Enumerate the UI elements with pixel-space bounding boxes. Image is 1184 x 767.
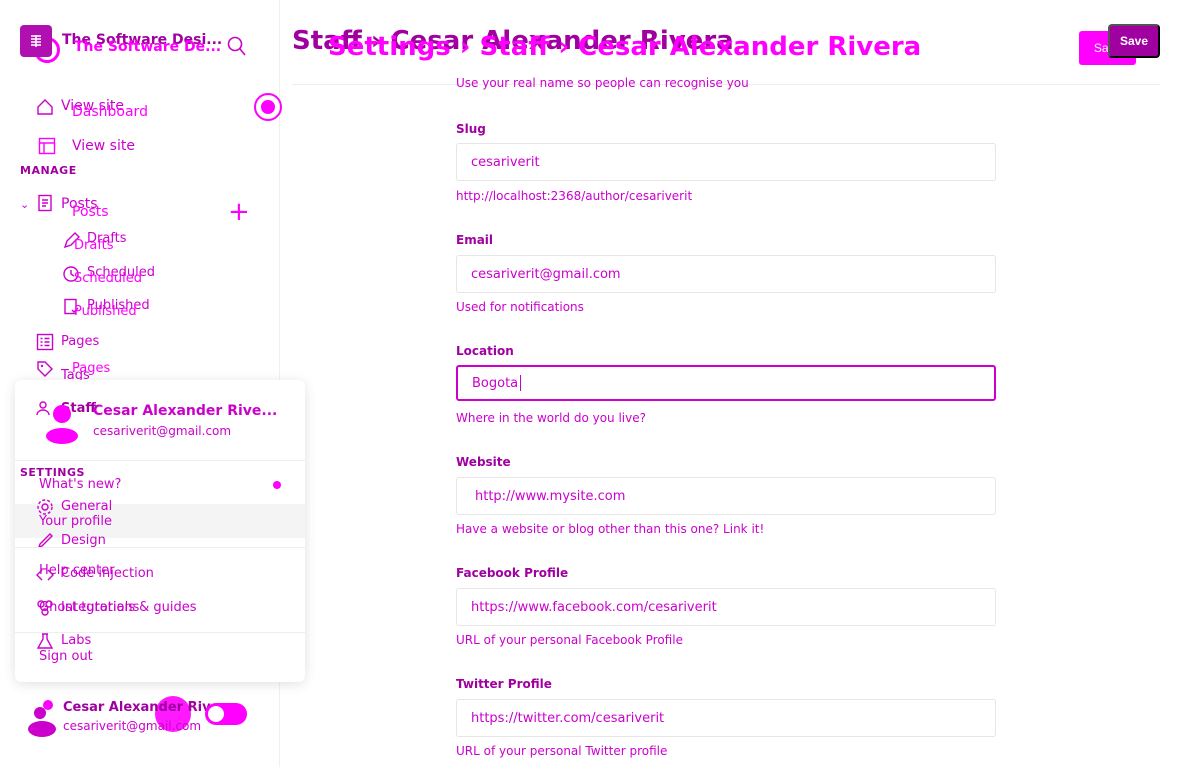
- name-help-text: Use your real name so people can recogni…: [456, 76, 749, 90]
- twitter-help-text: URL of your personal Twitter profile: [456, 744, 668, 758]
- pages-icon: [36, 333, 54, 351]
- location-help-text: Where in the world do you live?: [456, 411, 646, 425]
- ghost-grid-icon[interactable]: [20, 25, 52, 57]
- sidebar-item-scheduled-ghost[interactable]: Scheduled: [74, 271, 142, 286]
- email-label: Email: [456, 233, 494, 247]
- facebook-help-text: URL of your personal Facebook Profile: [456, 633, 683, 647]
- website-value: http://www.mysite.com: [475, 488, 626, 504]
- sidebar-item-code-injection[interactable]: Code injection: [61, 566, 154, 581]
- sidebar-item-integrations[interactable]: Integrations: [61, 600, 139, 615]
- user-menu-name: Cesar Alexander Rive...: [93, 403, 278, 419]
- slug-label: Slug: [456, 122, 486, 136]
- location-value: Bogota: [472, 375, 519, 391]
- flask-icon: [36, 632, 54, 649]
- sidebar-item-drafts-ghost[interactable]: Drafts: [74, 238, 114, 253]
- your-profile-item[interactable]: Your profile: [39, 514, 112, 529]
- twitter-input[interactable]: https://twitter.com/cesariverit: [456, 699, 996, 737]
- text-caret: [520, 375, 522, 391]
- website-input[interactable]: http://www.mysite.com: [456, 477, 996, 515]
- sidebar-item-pages[interactable]: Pages: [61, 334, 99, 349]
- manage-heading: MANAGE: [20, 164, 77, 177]
- twitter-value: https://twitter.com/cesariverit: [471, 710, 665, 726]
- slug-input[interactable]: cesariverit: [456, 143, 996, 181]
- save-button-top[interactable]: Save: [1108, 24, 1160, 58]
- integrations-icon: [36, 599, 53, 616]
- site-title-ghost: The Software De...: [74, 39, 222, 55]
- twitter-label: Twitter Profile: [456, 677, 552, 691]
- posts-icon: [36, 194, 54, 212]
- location-label: Location: [456, 344, 514, 358]
- brush-icon: [36, 532, 53, 549]
- footer-user-email: cesariverit@gmail.com: [63, 719, 202, 733]
- user-menu-email: cesariverit@gmail.com: [93, 424, 232, 438]
- gear-icon: [36, 498, 53, 515]
- email-value: cesariverit@gmail.com: [471, 266, 621, 282]
- sidebar-item-labs[interactable]: Labs: [61, 633, 91, 648]
- status-circle-icon: [254, 93, 282, 121]
- tag-icon: [36, 360, 54, 378]
- code-icon: [36, 566, 54, 582]
- website-label: Website: [456, 455, 511, 469]
- sidebar-item-design[interactable]: Design: [61, 533, 106, 548]
- sign-out-item[interactable]: Sign out: [39, 649, 93, 664]
- search-icon[interactable]: [226, 34, 246, 58]
- breadcrumb-ghost: Settings › Staff › Cesar Alexander River…: [328, 32, 922, 62]
- facebook-label: Facebook Profile: [456, 566, 569, 580]
- chevron-down-icon[interactable]: ⌄: [20, 198, 29, 211]
- new-post-plus-icon[interactable]: +: [228, 199, 250, 225]
- facebook-value: https://www.facebook.com/cesariverit: [471, 599, 717, 615]
- avatar-footer[interactable]: [26, 697, 66, 737]
- divider: [15, 460, 305, 461]
- sidebar-item-posts-ghost[interactable]: Posts: [72, 204, 109, 220]
- notification-dot: [273, 481, 281, 489]
- facebook-input[interactable]: https://www.facebook.com/cesariverit: [456, 588, 996, 626]
- sidebar-item-dashboard[interactable]: Dashboard: [72, 104, 148, 120]
- window-icon: [38, 137, 56, 155]
- website-help-text: Have a website or blog other than this o…: [456, 522, 765, 536]
- slug-value: cesariverit: [471, 154, 540, 170]
- sidebar-item-general[interactable]: General: [61, 499, 112, 514]
- sidebar-item-published-ghost[interactable]: Published: [74, 304, 137, 319]
- location-input[interactable]: Bogota: [456, 365, 996, 401]
- sidebar-item-view-site-2[interactable]: View site: [72, 138, 135, 154]
- avatar[interactable]: [44, 400, 80, 444]
- night-mode-toggle[interactable]: [205, 703, 247, 725]
- email-field[interactable]: cesariverit@gmail.com: [456, 255, 996, 293]
- divider: [15, 547, 305, 548]
- email-help-text: Used for notifications: [456, 300, 584, 314]
- slug-help-text: http://localhost:2368/author/cesariverit: [456, 189, 693, 203]
- divider: [15, 632, 305, 633]
- whats-new-item[interactable]: What's new?: [39, 477, 121, 492]
- house-icon: [36, 98, 54, 116]
